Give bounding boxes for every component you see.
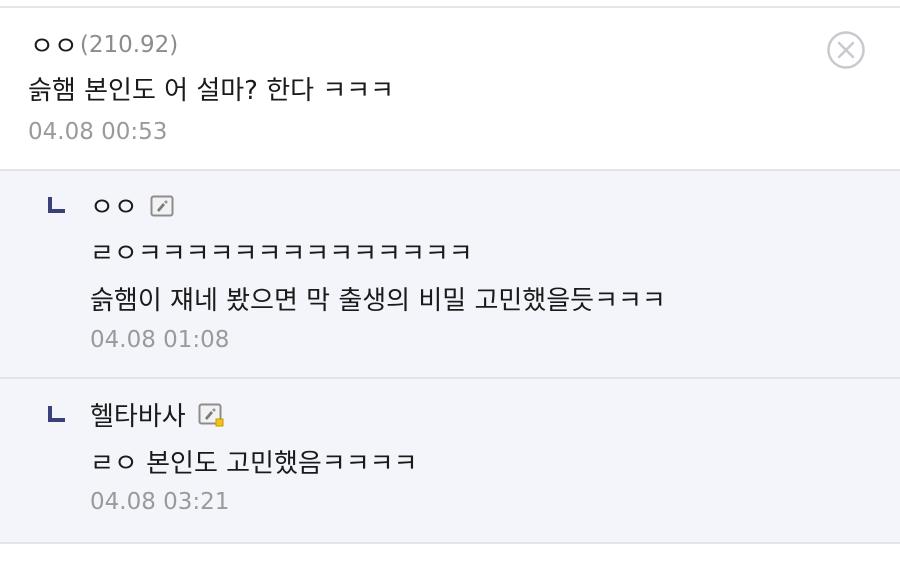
reply-nickname[interactable]: 헬타바사	[90, 396, 186, 433]
comment-nickname[interactable]: ㅇㅇ	[30, 26, 78, 63]
comment-author: ㅇㅇ (210.92)	[30, 26, 178, 63]
delete-comment-button[interactable]	[826, 30, 866, 70]
comment-date: 04.08 00:53	[28, 119, 168, 145]
comment-ip: (210.92)	[79, 31, 179, 58]
reply-arrow-icon	[48, 197, 65, 213]
list-bottom	[0, 544, 900, 565]
reply-text-line: ㄹㅇ 본인도 고민했음ㅋㅋㅋㅋ	[90, 449, 418, 479]
reply-author: 헬타바사	[90, 396, 224, 433]
close-circle-icon	[827, 31, 865, 69]
reply-nickname[interactable]: ㅇㅇ	[90, 187, 138, 224]
reply-text-line: 슭햄이 쟤네 봤으면 막 출생의 비밀 고민했을듯ㅋㅋㅋ	[90, 286, 666, 316]
fixed-nick-badge-icon	[150, 195, 174, 216]
reply-author: ㅇㅇ	[90, 187, 174, 224]
reply-item: 헬타바사 ㄹㅇ 본인도 고민했음ㅋㅋㅋㅋ 04.08 03:21	[0, 379, 900, 544]
reply-arrow-icon	[48, 406, 65, 422]
reply-date: 04.08 03:21	[90, 489, 230, 515]
comment-text: 슭햄 본인도 어 설마? 한다 ㅋㅋㅋ	[28, 76, 395, 106]
reply-text-line: ㄹㅇㅋㅋㅋㅋㅋㅋㅋㅋㅋㅋㅋㅋㅋㅋ	[90, 239, 473, 269]
reply-date: 04.08 01:08	[90, 327, 230, 353]
reply-item: ㅇㅇ ㄹㅇㅋㅋㅋㅋㅋㅋㅋㅋㅋㅋㅋㅋㅋㅋ 슭햄이 쟤네 봤으면 막 출생의 비밀 …	[0, 171, 900, 379]
comment-item: ㅇㅇ (210.92) 슭햄 본인도 어 설마? 한다 ㅋㅋㅋ 04.08 00…	[0, 8, 900, 171]
half-fixed-nick-badge-icon	[198, 403, 224, 426]
